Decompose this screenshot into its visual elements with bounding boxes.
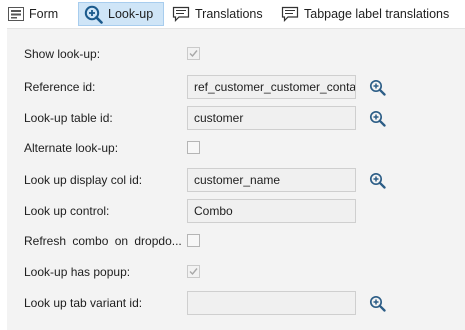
row-lookup-has-popup: Look-up has popup:	[7, 260, 465, 284]
lookup-has-popup-checkbox[interactable]	[187, 265, 200, 278]
lookup-has-popup-label: Look-up has popup:	[24, 265, 131, 279]
tab-form[interactable]: Form	[4, 2, 72, 26]
tab-tabpage-label-translations[interactable]: Tabpage label translations	[277, 2, 457, 26]
reference-id-zoom-icon[interactable]	[367, 77, 387, 97]
lookup-tab-variant-id-zoom-icon[interactable]	[367, 293, 387, 313]
row-refresh-combo: Refresh combo on dropdo...	[7, 229, 465, 253]
lookup-control-label: Look up control:	[24, 204, 110, 218]
speech-bubble-icon	[172, 6, 190, 22]
row-lookup-table-id: Look-up table id: customer	[7, 106, 465, 130]
lookup-display-col-id-zoom-icon[interactable]	[367, 170, 387, 190]
tab-lookup-label: Look-up	[108, 7, 154, 21]
row-alternate-lookup: Alternate look-up:	[7, 136, 465, 160]
speech-bubble-icon	[281, 6, 299, 22]
row-show-lookup: Show look-up:	[7, 42, 465, 66]
tab-translations-label: Translations	[195, 7, 263, 21]
row-reference-id: Reference id: ref_customer_customer_cont…	[7, 75, 465, 99]
tab-form-label: Form	[29, 7, 59, 21]
lookup-tab-variant-id-field[interactable]	[187, 291, 356, 315]
refresh-combo-label: Refresh combo on dropdo...	[24, 234, 182, 248]
form-icon	[8, 7, 24, 21]
show-lookup-checkbox[interactable]	[187, 47, 200, 60]
lookup-display-col-id-field[interactable]: customer_name	[187, 168, 356, 192]
tab-bar: Form Look-up Translations Tabpage label …	[0, 0, 465, 28]
reference-id-label: Reference id:	[24, 80, 96, 94]
lookup-form-panel: Show look-up: Reference id: ref_customer…	[7, 28, 465, 330]
lookup-table-id-field[interactable]: customer	[187, 106, 356, 130]
refresh-combo-checkbox[interactable]	[187, 234, 200, 247]
lookup-control-field[interactable]: Combo	[187, 199, 356, 223]
alternate-lookup-label: Alternate look-up:	[24, 141, 119, 155]
alternate-lookup-checkbox[interactable]	[187, 141, 200, 154]
tab-tabpage-label: Tabpage label translations	[304, 7, 450, 21]
row-lookup-control: Look up control: Combo	[7, 199, 465, 223]
tab-lookup[interactable]: Look-up	[78, 2, 164, 26]
lookup-tab-variant-id-label: Look up tab variant id:	[24, 296, 143, 310]
tab-translations[interactable]: Translations	[168, 2, 268, 26]
lookup-table-id-zoom-icon[interactable]	[367, 108, 387, 128]
lookup-table-id-label: Look-up table id:	[24, 111, 113, 125]
row-lookup-display-col-id: Look up display col id: customer_name	[7, 168, 465, 192]
show-lookup-label: Show look-up:	[24, 47, 101, 61]
row-lookup-tab-variant-id: Look up tab variant id:	[7, 291, 465, 315]
magnifier-plus-icon	[84, 5, 103, 24]
reference-id-field[interactable]: ref_customer_customer_conta	[187, 75, 356, 99]
lookup-display-col-id-label: Look up display col id:	[24, 173, 143, 187]
